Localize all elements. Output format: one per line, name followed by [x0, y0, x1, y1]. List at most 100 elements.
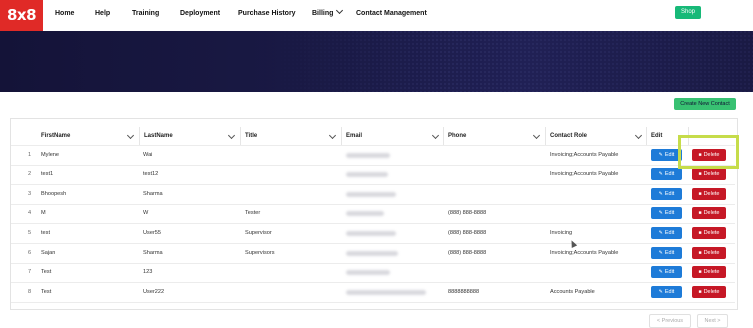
email-redacted [346, 211, 384, 217]
cell-lastname: 123 [143, 269, 153, 276]
cell-lastname: Sharma [143, 249, 163, 256]
cell-firstname: test [41, 229, 51, 236]
column-divider [545, 127, 546, 145]
trash-icon: ■ [698, 229, 702, 236]
cell-firstname: Test [41, 288, 52, 295]
pencil-icon: ✎ [658, 210, 663, 217]
nav-billing-label: Billing [312, 10, 334, 17]
cell-title: Tester [245, 210, 261, 217]
trash-icon: ■ [698, 171, 702, 178]
header-contact-role[interactable]: Contact Role [550, 129, 587, 143]
nav-purchase-history[interactable]: Purchase History [238, 0, 296, 28]
row-number: 7 [28, 269, 32, 276]
email-redacted [346, 270, 390, 276]
nav-home[interactable]: Home [55, 0, 74, 28]
edit-button-label: Edit [664, 249, 675, 256]
delete-button-label: Delete [703, 171, 720, 178]
email-redacted [346, 250, 398, 256]
email-redacted [346, 172, 388, 178]
trash-icon: ■ [698, 210, 702, 217]
delete-button[interactable]: ■ Delete [692, 207, 726, 220]
nav-billing[interactable]: Billing [312, 0, 344, 28]
next-page-button[interactable]: Next > [697, 314, 728, 328]
pencil-icon: ✎ [658, 229, 663, 236]
delete-button[interactable]: ■ Delete [692, 266, 726, 279]
delete-button-label: Delete [703, 190, 720, 197]
delete-button-label: Delete [703, 249, 720, 256]
edit-button-label: Edit [664, 269, 675, 276]
trash-icon: ■ [698, 249, 702, 256]
delete-button[interactable]: ■ Delete [692, 246, 726, 259]
delete-button-label: Delete [703, 229, 720, 236]
cell-phone: (888) 888-8888 [448, 249, 487, 256]
create-new-contact-button[interactable]: Create New Contact [674, 98, 736, 110]
row-number: 1 [28, 151, 32, 158]
email-redacted [346, 230, 396, 236]
header-firstname[interactable]: FirstName [41, 129, 70, 143]
column-divider [139, 127, 140, 145]
cell-contact-role: Accounts Payable [550, 288, 595, 295]
previous-page-button[interactable]: < Previous [649, 314, 691, 328]
cell-firstname: Test [41, 269, 52, 276]
brand-logo[interactable]: 8x8 [0, 0, 43, 31]
trash-icon: ■ [698, 269, 702, 276]
header-lastname[interactable]: LastName [144, 129, 173, 143]
header-phone[interactable]: Phone [448, 129, 466, 143]
edit-button[interactable]: ✎ Edit [651, 246, 682, 259]
shop-button[interactable]: Shop [675, 6, 701, 19]
pencil-icon: ✎ [658, 288, 663, 295]
delete-highlight-box [678, 135, 739, 169]
header-email[interactable]: Email [346, 129, 362, 143]
nav-help[interactable]: Help [95, 0, 110, 28]
cell-firstname: M [41, 210, 46, 217]
cell-lastname: User55 [143, 229, 162, 236]
cell-firstname: Sajan [41, 249, 56, 256]
delete-button[interactable]: ■ Delete [692, 168, 726, 181]
edit-button[interactable]: ✎ Edit [651, 187, 682, 200]
cell-lastname: Wai [143, 151, 153, 158]
cell-lastname: W [143, 210, 149, 217]
cell-contact-role: Invoicing;Accounts Payable [550, 151, 619, 158]
column-divider [443, 127, 444, 145]
cell-contact-role: Invoicing [550, 229, 573, 236]
delete-button-label: Delete [703, 288, 720, 295]
row-number: 5 [28, 229, 32, 236]
edit-button[interactable]: ✎ Edit [651, 285, 682, 298]
trash-icon: ■ [698, 288, 702, 295]
cell-contact-role: Invoicing;Accounts Payable [550, 249, 619, 256]
row-number: 4 [28, 210, 32, 217]
row-number: 6 [28, 249, 32, 256]
nav-contact-management[interactable]: Contact Management [356, 0, 427, 28]
pencil-icon: ✎ [658, 151, 663, 158]
row-number: 2 [28, 171, 32, 178]
nav-deployment[interactable]: Deployment [180, 0, 220, 28]
delete-button[interactable]: ■ Delete [692, 187, 726, 200]
pencil-icon: ✎ [658, 171, 663, 178]
cell-contact-role: Invoicing;Accounts Payable [550, 171, 619, 178]
nav-training[interactable]: Training [132, 0, 159, 28]
edit-button[interactable]: ✎ Edit [651, 226, 682, 239]
header-title[interactable]: Title [245, 129, 257, 143]
edit-button-label: Edit [664, 210, 675, 217]
row-number: 8 [28, 288, 32, 295]
delete-button-label: Delete [703, 269, 720, 276]
edit-button-label: Edit [664, 288, 675, 295]
email-redacted [346, 289, 426, 295]
delete-button-label: Delete [703, 210, 720, 217]
edit-button[interactable]: ✎ Edit [651, 266, 682, 279]
chevron-down-icon [336, 6, 344, 15]
edit-button[interactable]: ✎ Edit [651, 207, 682, 220]
top-navigation: 8x8 Home Help Training Deployment Purcha… [0, 0, 753, 31]
edit-button-label: Edit [664, 171, 675, 178]
delete-button[interactable]: ■ Delete [692, 226, 726, 239]
column-divider [646, 127, 647, 145]
delete-button[interactable]: ■ Delete [692, 285, 726, 298]
trash-icon: ■ [698, 190, 702, 197]
edit-button[interactable]: ✎ Edit [651, 168, 682, 181]
cell-lastname: Sharma [143, 190, 163, 197]
pencil-icon: ✎ [658, 269, 663, 276]
cell-title: Supervisor [245, 229, 272, 236]
pencil-icon: ✎ [658, 190, 663, 197]
header-edit: Edit [651, 133, 663, 139]
cell-lastname: test12 [143, 171, 159, 178]
